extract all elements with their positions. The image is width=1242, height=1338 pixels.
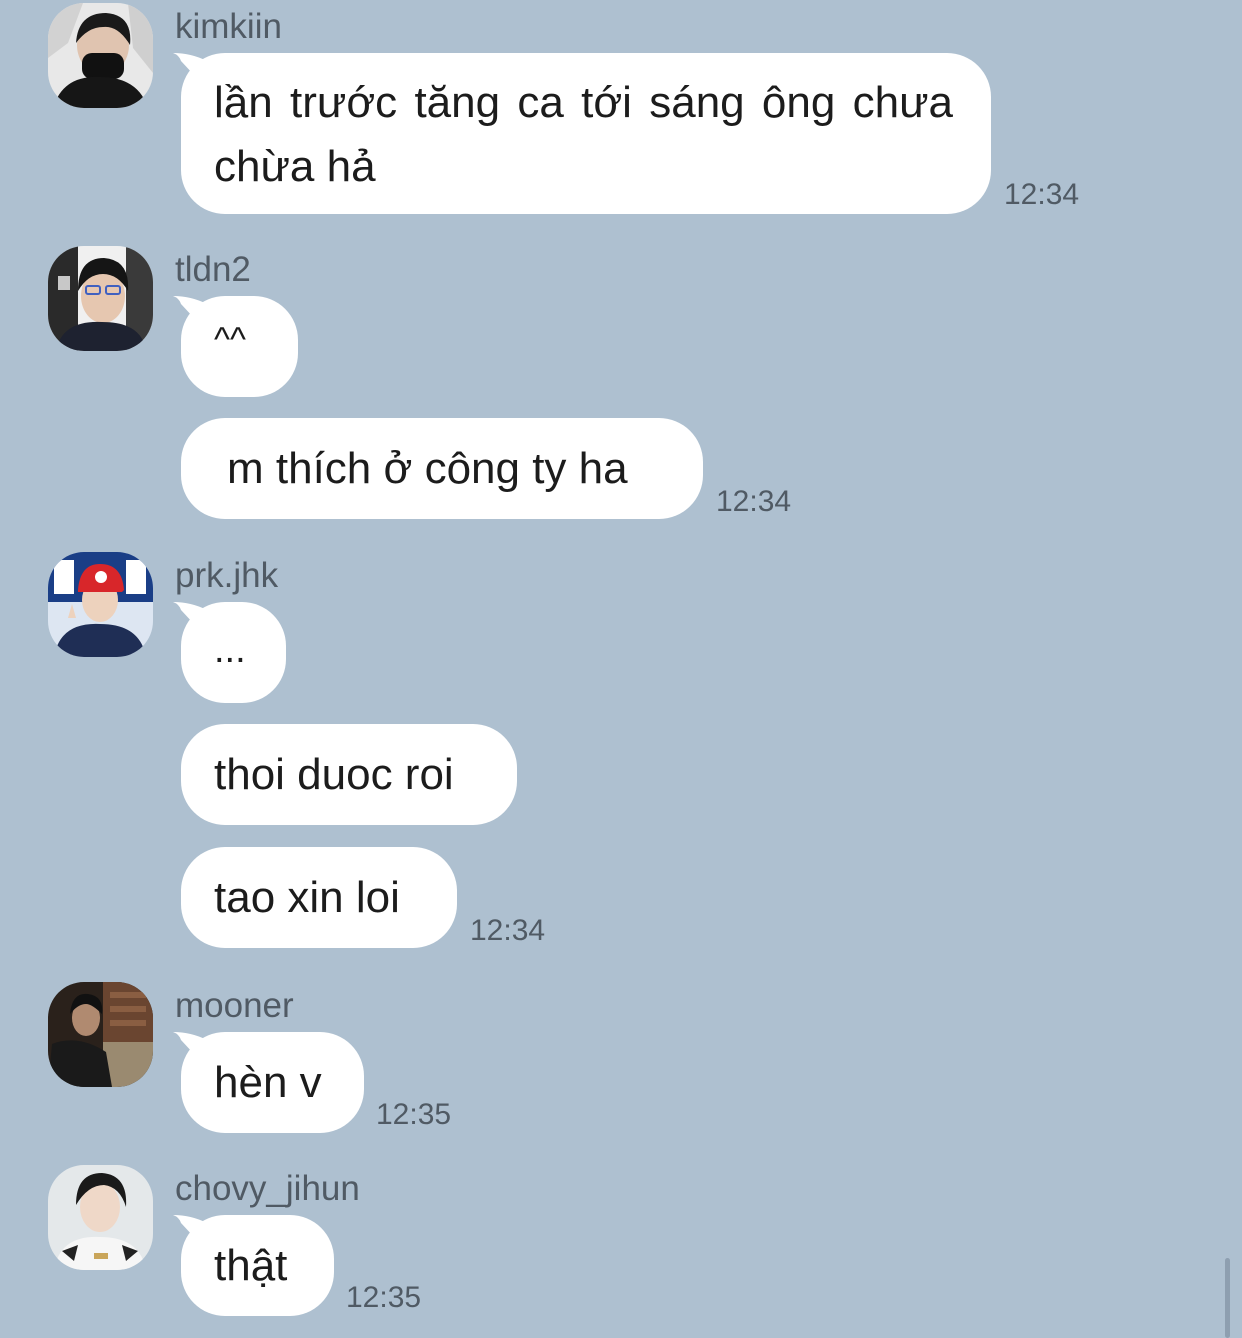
message-text: thoi duoc roi xyxy=(214,749,454,799)
message-time: 12:34 xyxy=(716,485,792,518)
avatar[interactable] xyxy=(48,982,153,1087)
message-bubble[interactable]: hèn v xyxy=(173,1032,364,1133)
message-bubble[interactable]: ... xyxy=(173,602,286,703)
sender-name: tldn2 xyxy=(175,250,251,289)
avatar[interactable] xyxy=(48,1165,153,1270)
bubble-tail xyxy=(173,296,207,332)
message-text: tao xin loi xyxy=(214,872,400,922)
message-text: ^^ xyxy=(214,321,246,359)
sender-name: kimkiin xyxy=(175,7,282,46)
message-bubble[interactable]: thoi duoc roi xyxy=(181,724,517,825)
avatar[interactable] xyxy=(48,552,153,657)
bubble-tail xyxy=(173,602,207,638)
scrollbar[interactable] xyxy=(1225,1258,1230,1338)
message-text: ... xyxy=(214,629,246,671)
message-bubble[interactable]: lần trước tăng ca tới sáng ông chưa chừa… xyxy=(173,53,991,214)
avatar-prk-jhk-image xyxy=(48,552,153,657)
sender-name: prk.jhk xyxy=(175,556,279,595)
sender-name: chovy_jihun xyxy=(175,1169,360,1208)
message-time: 12:34 xyxy=(470,914,546,947)
avatar-mooner-image xyxy=(48,982,153,1087)
sender-name: mooner xyxy=(175,986,294,1025)
message-bubble[interactable]: tao xin loi xyxy=(181,847,457,948)
message-time: 12:35 xyxy=(376,1098,452,1131)
message-bubble[interactable]: ^^ xyxy=(173,296,298,397)
message-text: m thích ở công ty ha xyxy=(227,443,628,493)
avatar-tldn2-image xyxy=(48,246,153,351)
avatar[interactable] xyxy=(48,3,153,108)
message-time: 12:34 xyxy=(1004,178,1080,211)
bubble-tail xyxy=(173,1215,207,1251)
message-text: lần trước tăng ca tới sáng ông chưa chừa… xyxy=(214,78,953,191)
message-time: 12:35 xyxy=(346,1281,422,1314)
avatar[interactable] xyxy=(48,246,153,351)
message-bubble[interactable]: m thích ở công ty ha xyxy=(181,418,703,519)
avatar-chovy-jihun-image xyxy=(48,1165,153,1270)
bubble-tail xyxy=(173,1032,207,1068)
avatar-kimkiin-image xyxy=(48,3,153,108)
message-text: thật xyxy=(214,1240,288,1290)
message-text: hèn v xyxy=(214,1057,322,1107)
message-bubble[interactable]: thật xyxy=(173,1215,334,1316)
bubble-tail xyxy=(173,53,207,89)
